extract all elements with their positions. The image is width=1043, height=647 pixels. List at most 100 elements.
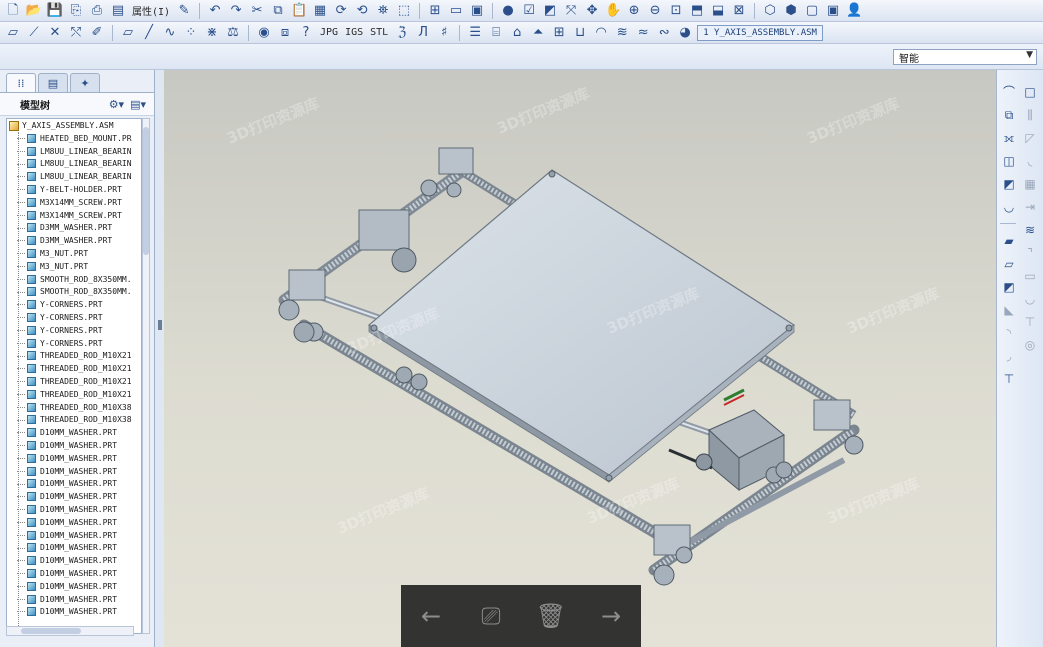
- rib-tool-icon[interactable]: ⊤: [1021, 312, 1039, 331]
- intersect-tool-icon[interactable]: ⌝: [1021, 243, 1039, 262]
- saved-views-icon[interactable]: ⬓: [709, 2, 727, 20]
- curve-tool-icon[interactable]: ⌒: [1000, 82, 1018, 101]
- filter-select[interactable]: 智能 ▼: [893, 49, 1037, 65]
- extend-tool-icon[interactable]: ⇥: [1021, 197, 1039, 216]
- trash-icon[interactable]: 🗑: [534, 599, 568, 633]
- select-box-icon[interactable]: ⬚: [395, 2, 413, 20]
- tree-item[interactable]: D10MM_WASHER.PRT: [7, 465, 141, 478]
- paste-special-icon[interactable]: ▦: [311, 2, 329, 20]
- fill-tool-icon[interactable]: ◩: [1000, 174, 1018, 193]
- datum-csys-icon[interactable]: ⋇: [203, 24, 221, 42]
- curve-icon[interactable]: ∿: [161, 24, 179, 42]
- weight-icon[interactable]: ⚖: [224, 24, 242, 42]
- no-hidden-icon[interactable]: ▢: [803, 2, 821, 20]
- view-manager-icon[interactable]: ⬒: [688, 2, 706, 20]
- tree-item[interactable]: D3MM_WASHER.PRT: [7, 222, 141, 235]
- wireframe-icon[interactable]: ⬡: [761, 2, 779, 20]
- arrow-right-icon[interactable]: →: [594, 599, 628, 633]
- save-copy-icon[interactable]: ⎘: [67, 2, 85, 20]
- sketch-icon[interactable]: ✐: [88, 24, 106, 42]
- tab-model-tree[interactable]: ⁞⁞: [6, 73, 36, 92]
- surface-icon[interactable]: ◠: [592, 24, 610, 42]
- layer-icon[interactable]: ☑: [520, 2, 538, 20]
- cut-icon[interactable]: ✂: [248, 2, 266, 20]
- tree-item[interactable]: SMOOTH_ROD_8X350MM.: [7, 273, 141, 286]
- offset-tool-icon[interactable]: ◟: [1021, 151, 1039, 170]
- tree-item[interactable]: D10MM_WASHER.PRT: [7, 478, 141, 491]
- plane-icon[interactable]: ▱: [4, 24, 22, 42]
- shading-icon[interactable]: ▣: [824, 2, 842, 20]
- tree-item[interactable]: LM8UU_LINEAR_BEARIN: [7, 158, 141, 171]
- print-icon[interactable]: ⎙: [88, 2, 106, 20]
- active-window-tab[interactable]: 1 Y_AXIS_ASSEMBLY.ASM: [697, 24, 823, 41]
- regenerate-manager-icon[interactable]: ⟲: [353, 2, 371, 20]
- hole-tool-icon[interactable]: ◎: [1021, 335, 1039, 354]
- render-icon[interactable]: ◩: [541, 2, 559, 20]
- color-wheel-icon[interactable]: ◕: [676, 24, 694, 42]
- project-tool-icon[interactable]: ▭: [1021, 266, 1039, 285]
- tree-item[interactable]: M3X14MM_SCREW.PRT: [7, 196, 141, 209]
- tree-item[interactable]: Y-CORNERS.PRT: [7, 298, 141, 311]
- close-window-icon[interactable]: ▣: [468, 2, 486, 20]
- csys-icon[interactable]: ⤲: [67, 24, 85, 42]
- tree-item[interactable]: D10MM_WASHER.PRT: [7, 580, 141, 593]
- save-icon[interactable]: 💾: [46, 2, 64, 20]
- measure-tool-icon[interactable]: ◫: [1000, 151, 1018, 170]
- revolve-tool-icon[interactable]: ▱: [1000, 254, 1018, 273]
- point-icon[interactable]: ✕: [46, 24, 64, 42]
- export-igs-button[interactable]: IGS: [343, 27, 365, 38]
- tree-item[interactable]: Y-CORNERS.PRT: [7, 337, 141, 350]
- tab-folder-browser[interactable]: ▤: [38, 73, 68, 92]
- regenerate-icon[interactable]: ⟳: [332, 2, 350, 20]
- house-icon[interactable]: ⌂: [508, 24, 526, 42]
- surface-wave-icon[interactable]: ≋: [1021, 220, 1039, 239]
- round-tool-icon[interactable]: ◝: [1000, 323, 1018, 342]
- tree-item[interactable]: D10MM_WASHER.PRT: [7, 605, 141, 618]
- tree-horizontal-scrollbar[interactable]: [6, 626, 134, 636]
- mirror-tool-icon[interactable]: ⫼: [1021, 105, 1039, 124]
- find-icon[interactable]: ⛯: [374, 2, 392, 20]
- tree-item[interactable]: D10MM_WASHER.PRT: [7, 503, 141, 516]
- axis-icon[interactable]: ⟋: [25, 24, 43, 42]
- arrow-left-icon[interactable]: ←: [414, 599, 448, 633]
- table-icon[interactable]: ⊞: [550, 24, 568, 42]
- orient-icon[interactable]: ✥: [583, 2, 601, 20]
- export-stl-button[interactable]: STL: [368, 27, 390, 38]
- graphics-window[interactable]: 3D打印资源库 3D打印资源库 3D打印资源库 3D打印资源库 3D打印资源库 …: [164, 70, 996, 647]
- hidden-line-icon[interactable]: ⬢: [782, 2, 800, 20]
- settings-icon[interactable]: ⚙▾: [109, 98, 124, 111]
- properties-button[interactable]: 属性(I): [130, 3, 172, 18]
- zoom-out-icon[interactable]: ⊖: [646, 2, 664, 20]
- scroll-thumb[interactable]: [143, 127, 149, 255]
- tree-item[interactable]: D10MM_WASHER.PRT: [7, 554, 141, 567]
- triangle-icon[interactable]: ⏶: [529, 24, 547, 42]
- tree-root[interactable]: Y_AXIS_ASSEMBLY.ASM: [7, 119, 141, 132]
- shell-tool-icon[interactable]: ⊤: [1000, 369, 1018, 388]
- tree-item[interactable]: D3MM_WASHER.PRT: [7, 234, 141, 247]
- wave-icon[interactable]: ∾: [655, 24, 673, 42]
- tree-item[interactable]: D10MM_WASHER.PRT: [7, 426, 141, 439]
- model-tree-icon[interactable]: ⊞: [426, 2, 444, 20]
- snapshot-icon[interactable]: ⧈: [276, 24, 294, 42]
- tree-item[interactable]: M3X14MM_SCREW.PRT: [7, 209, 141, 222]
- export-jpg-button[interactable]: JPG: [318, 27, 340, 38]
- help-icon[interactable]: 👤: [845, 2, 863, 20]
- tree-item[interactable]: SMOOTH_ROD_8X350MM.: [7, 286, 141, 299]
- tree-item[interactable]: D10MM_WASHER.PRT: [7, 542, 141, 555]
- sweep-tool-icon[interactable]: ◩: [1000, 277, 1018, 296]
- appearance-icon[interactable]: ●: [499, 2, 517, 20]
- draft-tool-icon[interactable]: ◣: [1000, 300, 1018, 319]
- pattern-tool-icon[interactable]: ⟗: [1000, 128, 1018, 147]
- tree-item[interactable]: THREADED_ROD_M10X21: [7, 388, 141, 401]
- comment-icon[interactable]: ⎚: [474, 599, 508, 633]
- tree-item[interactable]: M3_NUT.PRT: [7, 247, 141, 260]
- bucket-icon[interactable]: ⊔: [571, 24, 589, 42]
- paste-icon[interactable]: 📋: [290, 2, 308, 20]
- tree-item[interactable]: HEATED_BED_MOUNT.PR: [7, 132, 141, 145]
- tab-favorites[interactable]: ✦: [70, 73, 100, 92]
- open-icon[interactable]: 📂: [25, 2, 43, 20]
- tree-item[interactable]: D10MM_WASHER.PRT: [7, 490, 141, 503]
- font-icon[interactable]: ♯: [435, 24, 453, 42]
- tree-item[interactable]: Y-CORNERS.PRT: [7, 324, 141, 337]
- trim-tool-icon[interactable]: ◸: [1021, 128, 1039, 147]
